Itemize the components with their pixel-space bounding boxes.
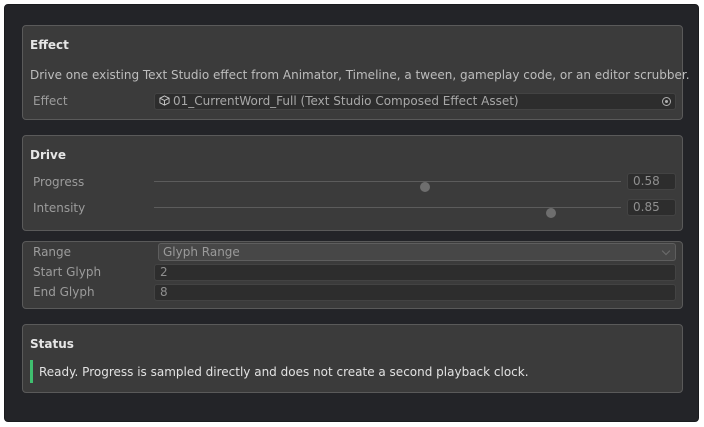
- range-panel: Range Glyph Range Start Glyph 2 End Glyp…: [22, 241, 683, 309]
- effect-object-value: 01_CurrentWord_Full (Text Studio Compose…: [173, 94, 519, 108]
- range-dropdown[interactable]: Glyph Range: [158, 243, 676, 261]
- status-panel-title: Status: [30, 337, 74, 351]
- intensity-slider-thumb[interactable]: [545, 208, 556, 218]
- asset-cube-icon: [159, 95, 170, 106]
- effect-object-field[interactable]: 01_CurrentWord_Full (Text Studio Compose…: [154, 93, 676, 110]
- start-glyph-label: Start Glyph: [33, 265, 102, 279]
- object-picker-icon[interactable]: [662, 97, 671, 106]
- drive-panel: Drive Progress 0.58 Intensity 0.85: [22, 135, 683, 231]
- progress-slider-thumb[interactable]: [419, 182, 430, 192]
- drive-panel-title: Drive: [30, 148, 66, 162]
- progress-value-field[interactable]: 0.58: [627, 173, 676, 190]
- end-glyph-label: End Glyph: [33, 285, 95, 299]
- status-message: Ready. Progress is sampled directly and …: [39, 365, 529, 379]
- status-accent-bar: [30, 360, 33, 383]
- effect-field-label: Effect: [33, 94, 68, 108]
- end-glyph-field[interactable]: 8: [154, 284, 676, 301]
- progress-label: Progress: [33, 175, 85, 189]
- intensity-label: Intensity: [33, 201, 86, 215]
- intensity-value-field[interactable]: 0.85: [627, 199, 676, 216]
- effect-panel-title: Effect: [30, 38, 69, 52]
- chevron-down-icon: [661, 246, 671, 256]
- range-dropdown-value: Glyph Range: [163, 245, 240, 259]
- progress-slider[interactable]: [154, 181, 621, 182]
- effect-panel: Effect Drive one existing Text Studio ef…: [22, 25, 690, 120]
- status-panel: Status Ready. Progress is sampled direct…: [22, 324, 683, 393]
- start-glyph-field[interactable]: 2: [154, 264, 676, 281]
- inspector-window: Effect Drive one existing Text Studio ef…: [4, 4, 699, 422]
- effect-description: Drive one existing Text Studio effect fr…: [30, 68, 690, 82]
- range-label: Range: [33, 245, 72, 259]
